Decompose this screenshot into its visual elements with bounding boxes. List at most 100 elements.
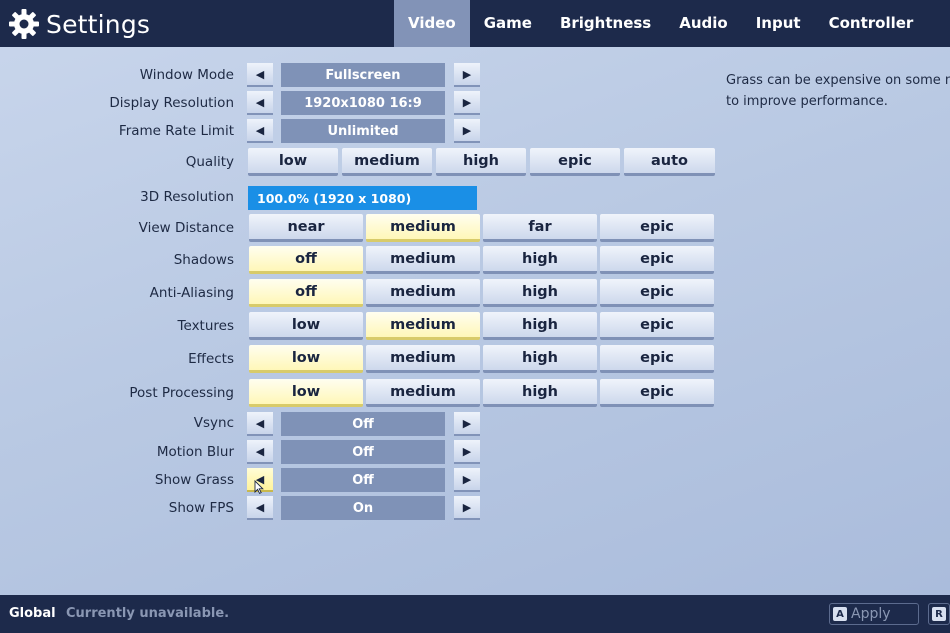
- display-resolution-value: 1920x1080 16:9: [281, 91, 445, 115]
- tab-game[interactable]: Game: [470, 0, 546, 47]
- view-distance-option-medium[interactable]: medium: [366, 214, 480, 242]
- effects-label: Effects: [188, 351, 234, 367]
- frame-rate-limit-prev-button[interactable]: ◀: [247, 119, 273, 143]
- tab-brightness[interactable]: Brightness: [546, 0, 665, 47]
- view-distance-option-near[interactable]: near: [249, 214, 363, 242]
- motion-blur-prev-button[interactable]: ◀: [247, 440, 273, 464]
- anti-aliasing-option-epic[interactable]: epic: [600, 279, 714, 307]
- window-mode-next-button[interactable]: ▶: [454, 63, 480, 87]
- help-text: Grass can be expensive on some mach to i…: [726, 70, 950, 112]
- shadows-option-medium[interactable]: medium: [366, 246, 480, 274]
- anti-aliasing-option-off[interactable]: off: [249, 279, 363, 307]
- resolution-3d-slider[interactable]: 100.0% (1920 x 1080): [248, 186, 477, 210]
- arrow-right-icon: ▶: [462, 416, 472, 430]
- vsync-label: Vsync: [193, 415, 234, 431]
- post-processing-option-epic[interactable]: epic: [600, 379, 714, 407]
- post-processing-option-medium[interactable]: medium: [366, 379, 480, 407]
- effects-option-low[interactable]: low: [249, 345, 363, 373]
- tab-controller[interactable]: Controller: [815, 0, 928, 47]
- textures-option-low[interactable]: low: [249, 312, 363, 340]
- textures-label: Textures: [177, 318, 234, 334]
- show-fps-label: Show FPS: [168, 500, 234, 516]
- shadows-option-high[interactable]: high: [483, 246, 597, 274]
- display-resolution-label: Display Resolution: [109, 95, 234, 111]
- arrow-right-icon: ▶: [462, 500, 472, 514]
- scope-label: Global: [9, 606, 56, 621]
- post-processing-label: Post Processing: [129, 385, 234, 401]
- show-fps-prev-button[interactable]: ◀: [247, 496, 273, 520]
- motion-blur-label: Motion Blur: [156, 444, 234, 460]
- help-text-line: to improve performance.: [726, 94, 888, 109]
- arrow-left-icon: ◀: [255, 95, 265, 109]
- view-distance-option-epic[interactable]: epic: [600, 214, 714, 242]
- quality-option-high[interactable]: high: [436, 148, 526, 176]
- effects-option-medium[interactable]: medium: [366, 345, 480, 373]
- textures-option-high[interactable]: high: [483, 312, 597, 340]
- window-mode-label: Window Mode: [139, 67, 234, 83]
- quality-option-auto[interactable]: auto: [624, 148, 715, 176]
- arrow-right-icon: ▶: [462, 444, 472, 458]
- show-grass-label: Show Grass: [154, 472, 234, 488]
- help-text-line: Grass can be expensive on some mach: [726, 73, 950, 88]
- anti-aliasing-option-medium[interactable]: medium: [366, 279, 480, 307]
- apply-button[interactable]: A Apply: [829, 603, 919, 625]
- anti-aliasing-option-high[interactable]: high: [483, 279, 597, 307]
- vsync-value: Off: [281, 412, 445, 436]
- view-distance-label: View Distance: [138, 220, 234, 236]
- motion-blur-next-button[interactable]: ▶: [454, 440, 480, 464]
- status-text: Currently unavailable.: [66, 606, 230, 621]
- page-title: Settings: [46, 9, 151, 39]
- arrow-right-icon: ▶: [462, 472, 472, 486]
- quality-option-medium[interactable]: medium: [342, 148, 432, 176]
- effects-option-epic[interactable]: epic: [600, 345, 714, 373]
- tab-video[interactable]: Video: [394, 0, 470, 47]
- window-mode-value: Fullscreen: [281, 63, 445, 87]
- tab-audio[interactable]: Audio: [665, 0, 741, 47]
- arrow-left-icon: ◀: [255, 500, 265, 514]
- reset-button[interactable]: R: [928, 603, 950, 625]
- display-resolution-prev-button[interactable]: ◀: [247, 91, 273, 115]
- r-key-icon: R: [932, 607, 946, 621]
- shadows-option-off[interactable]: off: [249, 246, 363, 274]
- gear-icon: [9, 9, 39, 39]
- resolution-3d-label: 3D Resolution: [140, 189, 234, 205]
- quality-option-low[interactable]: low: [248, 148, 338, 176]
- mouse-cursor-icon: [254, 480, 264, 494]
- show-fps-next-button[interactable]: ▶: [454, 496, 480, 520]
- shadows-label: Shadows: [173, 252, 234, 268]
- bottom-bar: Global Currently unavailable. A Apply R: [0, 595, 950, 633]
- textures-option-epic[interactable]: epic: [600, 312, 714, 340]
- arrow-right-icon: ▶: [462, 95, 472, 109]
- top-bar: Settings Video Game Brightness Audio Inp…: [0, 0, 950, 47]
- textures-option-medium[interactable]: medium: [366, 312, 480, 340]
- display-resolution-next-button[interactable]: ▶: [454, 91, 480, 115]
- show-grass-value: Off: [281, 468, 445, 492]
- tab-input[interactable]: Input: [742, 0, 815, 47]
- a-key-icon: A: [833, 607, 847, 621]
- quality-option-epic[interactable]: epic: [530, 148, 620, 176]
- quality-label: Quality: [185, 154, 234, 170]
- apply-label: Apply: [851, 606, 891, 622]
- shadows-option-epic[interactable]: epic: [600, 246, 714, 274]
- tab-bar: Video Game Brightness Audio Input Contro…: [394, 0, 927, 47]
- motion-blur-value: Off: [281, 440, 445, 464]
- post-processing-option-low[interactable]: low: [249, 379, 363, 407]
- view-distance-option-far[interactable]: far: [483, 214, 597, 242]
- arrow-left-icon: ◀: [255, 123, 265, 137]
- arrow-left-icon: ◀: [255, 67, 265, 81]
- window-mode-prev-button[interactable]: ◀: [247, 63, 273, 87]
- arrow-left-icon: ◀: [255, 416, 265, 430]
- arrow-right-icon: ▶: [462, 123, 472, 137]
- show-grass-next-button[interactable]: ▶: [454, 468, 480, 492]
- effects-option-high[interactable]: high: [483, 345, 597, 373]
- frame-rate-limit-value: Unlimited: [281, 119, 445, 143]
- frame-rate-limit-label: Frame Rate Limit: [118, 123, 234, 139]
- post-processing-option-high[interactable]: high: [483, 379, 597, 407]
- arrow-left-icon: ◀: [255, 444, 265, 458]
- title-area: Settings: [8, 6, 150, 42]
- arrow-right-icon: ▶: [462, 67, 472, 81]
- frame-rate-limit-next-button[interactable]: ▶: [454, 119, 480, 143]
- show-fps-value: On: [281, 496, 445, 520]
- vsync-next-button[interactable]: ▶: [454, 412, 480, 436]
- vsync-prev-button[interactable]: ◀: [247, 412, 273, 436]
